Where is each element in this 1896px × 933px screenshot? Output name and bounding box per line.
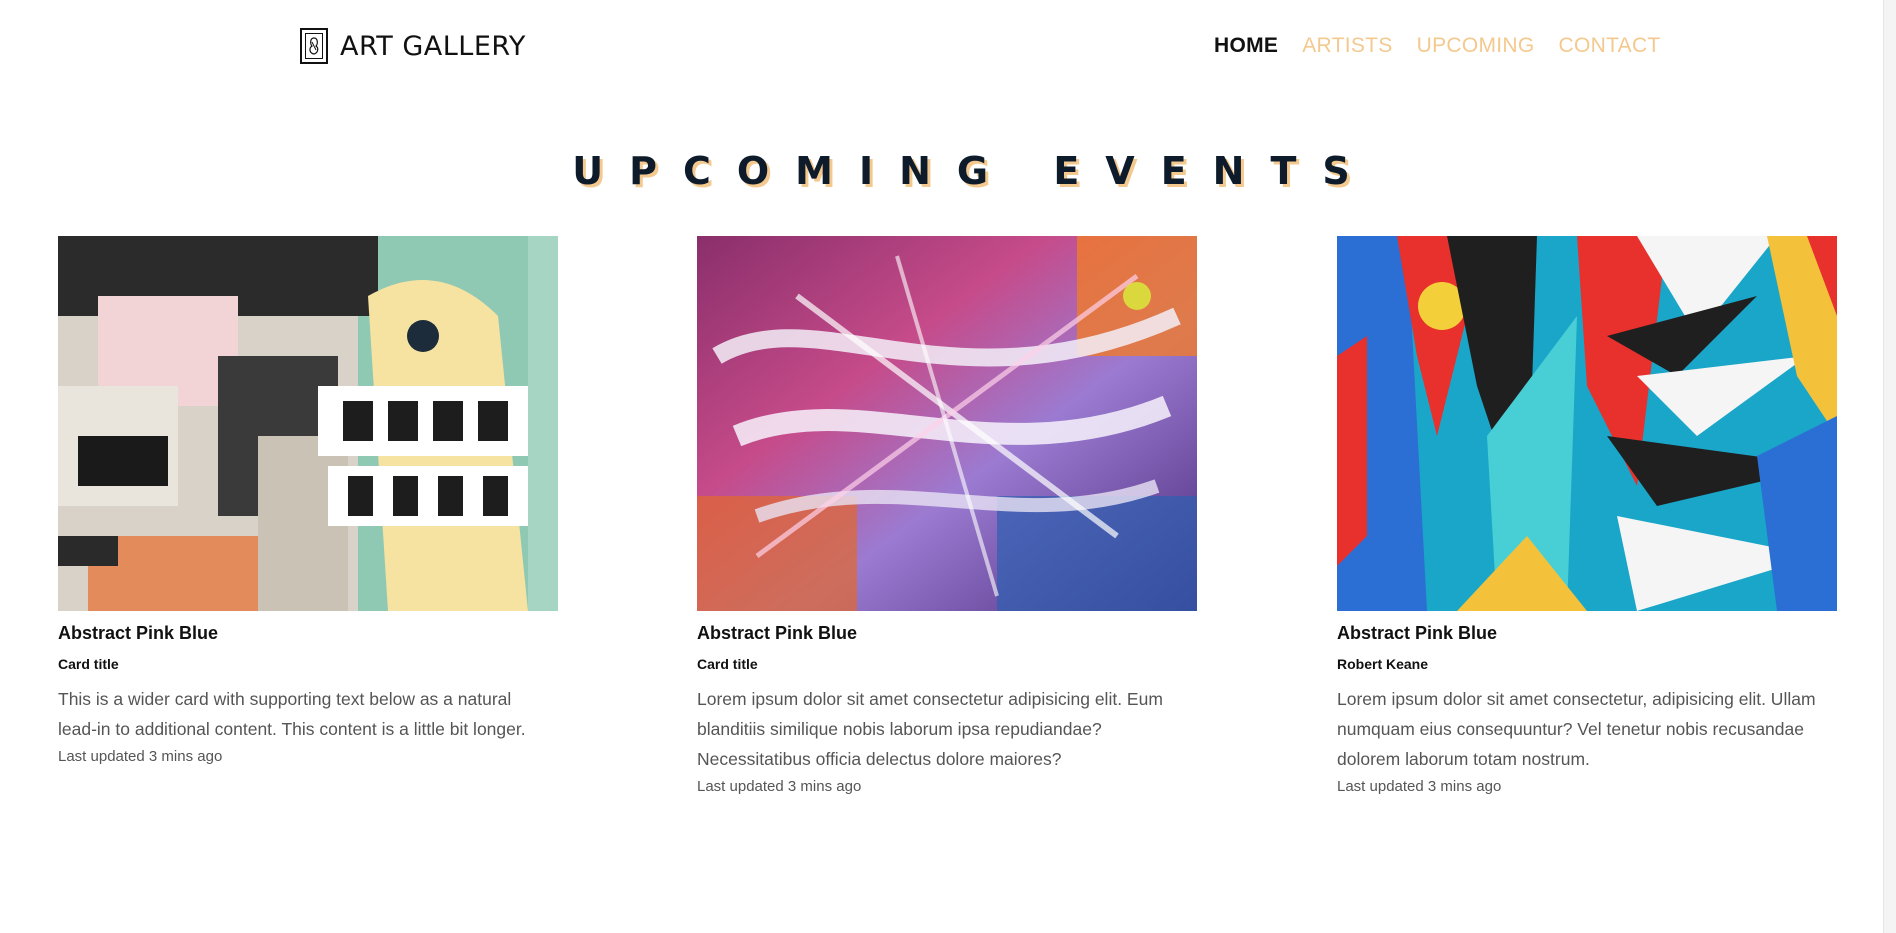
gallery-logo-icon <box>300 28 328 64</box>
main-nav: HOME ARTISTS UPCOMING CONTACT <box>1214 34 1661 58</box>
abstract-paint-image[interactable] <box>697 236 1197 611</box>
geometric-mural-image[interactable] <box>1337 236 1837 611</box>
nav-contact[interactable]: CONTACT <box>1559 34 1661 58</box>
event-card: Abstract Pink Blue Card title Lorem ipsu… <box>697 236 1197 795</box>
card-heading: Abstract Pink Blue <box>697 623 858 643</box>
card-subtitle: Card title <box>58 656 119 672</box>
card-subtitle: Robert Keane <box>1337 656 1429 672</box>
card-subtitle: Card title <box>697 656 758 672</box>
page-scrollbar[interactable] <box>1883 0 1896 933</box>
brand-link[interactable]: ART GALLERY <box>300 28 526 64</box>
event-cards: Abstract Pink Blue Card title This is a … <box>58 236 1838 836</box>
site-header: ART GALLERY HOME ARTISTS UPCOMING CONTAC… <box>0 0 1896 96</box>
page: ART GALLERY HOME ARTISTS UPCOMING CONTAC… <box>0 0 1896 933</box>
event-card: Abstract Pink Blue Robert Keane Lorem ip… <box>1337 236 1837 795</box>
card-text: This is a wider card with supporting tex… <box>58 689 526 739</box>
card-updated: Last updated 3 mins ago <box>58 748 223 765</box>
nav-upcoming[interactable]: UPCOMING <box>1417 34 1535 58</box>
collage-poster-image[interactable] <box>58 236 558 611</box>
brand-name: ART GALLERY <box>340 30 526 62</box>
card-heading: Abstract Pink Blue <box>58 623 219 643</box>
nav-home[interactable]: HOME <box>1214 34 1278 58</box>
event-card: Abstract Pink Blue Card title This is a … <box>58 236 558 765</box>
section-title: UPCOMING EVENTS <box>572 149 1376 194</box>
card-text: Lorem ipsum dolor sit amet consectetur a… <box>697 689 1163 769</box>
nav-artists[interactable]: ARTISTS <box>1302 34 1392 58</box>
card-text: Lorem ipsum dolor sit amet consectetur, … <box>1337 689 1816 769</box>
card-updated: Last updated 3 mins ago <box>697 778 862 795</box>
card-updated: Last updated 3 mins ago <box>1337 778 1502 795</box>
card-heading: Abstract Pink Blue <box>1337 623 1498 643</box>
